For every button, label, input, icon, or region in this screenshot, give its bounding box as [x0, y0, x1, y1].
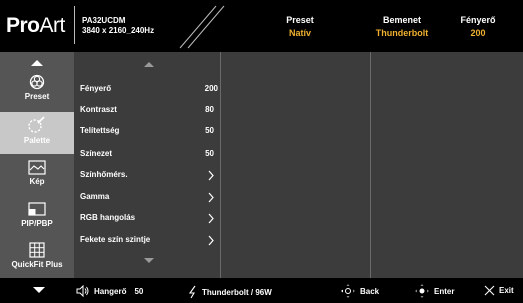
tab-preset[interactable]: Preset: [0, 74, 74, 110]
menu-item-gamma[interactable]: Gamma: [80, 190, 220, 204]
tab-palette[interactable]: Palette: [0, 112, 74, 154]
chevron-right-icon: [208, 170, 214, 181]
thunderbolt-icon: [188, 285, 196, 299]
menu-item-saturation[interactable]: Telítettség 50: [80, 124, 220, 138]
exit-button[interactable]: Exit: [484, 285, 514, 296]
submenu-panel-2: [220, 52, 370, 278]
tab-kep[interactable]: Kép: [0, 160, 74, 196]
palette-icon: [29, 74, 45, 90]
header-bar: ProArt PA32UCDM 3840 x 2160_240Hz Preset…: [0, 0, 523, 52]
saturation-value: 50: [205, 126, 214, 135]
model-info: PA32UCDM 3840 x 2160_240Hz: [82, 16, 154, 36]
contrast-value: 80: [205, 105, 214, 114]
joystick-press-icon: [415, 284, 429, 298]
footer-bar: Hangerő 50 Thunderbolt / 96W Back Enter: [0, 278, 523, 303]
pip-icon: [28, 202, 46, 216]
menu-item-brightness[interactable]: Fényerő 200: [80, 82, 220, 96]
header-slash-decoration: [179, 5, 225, 49]
speaker-icon: [76, 285, 89, 297]
close-icon: [484, 285, 495, 296]
main-menu-tabs: Preset Palette Kép PIP/PBP QuickFit Plus: [0, 52, 74, 278]
chevron-right-icon: [208, 235, 214, 246]
hue-value: 50: [205, 149, 214, 158]
color-wand-icon: [28, 116, 45, 133]
volume-shortcut[interactable]: Hangerő 50: [76, 285, 143, 297]
tab-scroll-up-icon[interactable]: [31, 60, 43, 66]
input-shortcut[interactable]: Thunderbolt / 96W: [188, 285, 272, 299]
input-label: Thunderbolt / 96W: [202, 287, 272, 297]
menu-item-color-temp[interactable]: Színhőmérs.: [80, 168, 220, 182]
menu-item-black-level[interactable]: Fekete szín szintje: [80, 233, 220, 247]
proart-logo: ProArt: [6, 14, 65, 37]
chevron-right-icon: [208, 192, 214, 203]
tab-quickfit-plus[interactable]: QuickFit Plus: [0, 242, 74, 278]
menu-item-contrast[interactable]: Kontraszt 80: [80, 103, 220, 117]
joystick-left-icon: [341, 284, 355, 298]
image-icon: [28, 160, 46, 175]
menu-item-hue[interactable]: Színezet 50: [80, 147, 220, 161]
scroll-up-icon[interactable]: [144, 62, 154, 67]
model-name: PA32UCDM: [82, 16, 126, 25]
back-button[interactable]: Back: [340, 283, 379, 299]
status-input: Bemenet Thunderbolt: [375, 15, 429, 38]
model-resolution: 3840 x 2160_240Hz: [82, 26, 155, 35]
tab-pip-pbp[interactable]: PIP/PBP: [0, 202, 74, 238]
grid-icon: [29, 242, 45, 258]
tab-scroll-down-icon[interactable]: [33, 287, 45, 293]
status-preset: Preset Natív: [286, 15, 314, 38]
menu-item-rgb-tuning[interactable]: RGB hangolás: [80, 211, 220, 225]
palette-submenu: Fényerő 200 Kontraszt 80 Telítettség 50 …: [74, 52, 220, 278]
header-divider: [74, 6, 75, 44]
enter-button[interactable]: Enter: [414, 283, 454, 299]
volume-label: Hangerő: [94, 286, 127, 296]
brightness-value: 200: [204, 84, 218, 93]
volume-value: 50: [134, 286, 144, 296]
status-brightness: Fényerő 200: [460, 15, 496, 38]
submenu-panel-3: [370, 52, 523, 278]
scroll-down-icon[interactable]: [144, 258, 154, 263]
chevron-right-icon: [208, 213, 214, 224]
